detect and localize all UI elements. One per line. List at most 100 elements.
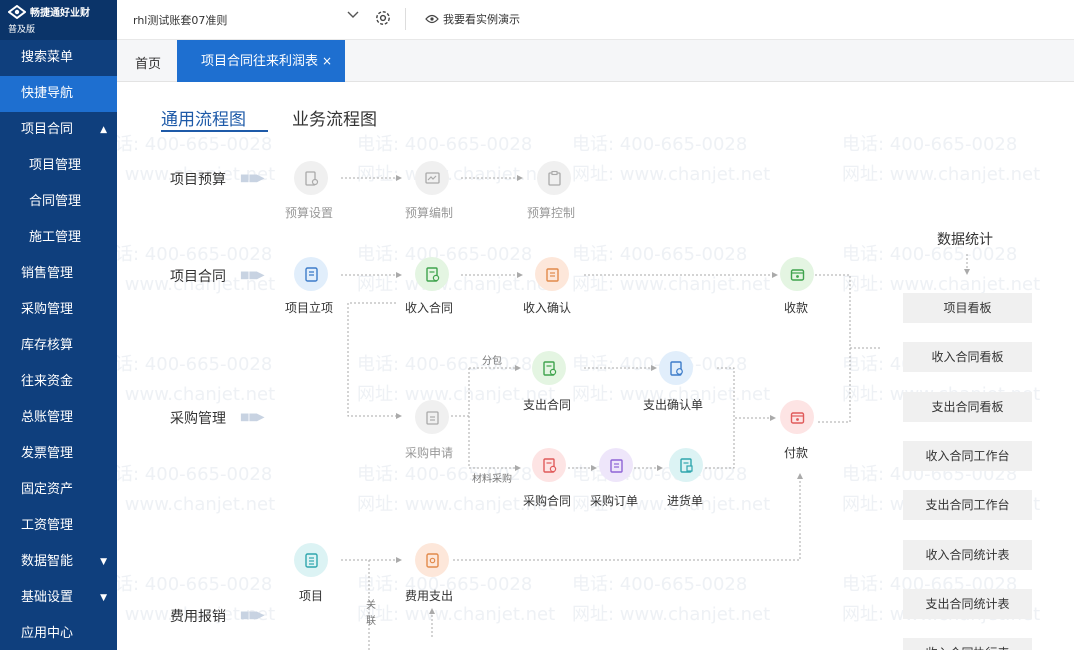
project-node[interactable] — [294, 543, 328, 577]
tab-business-flowchart[interactable]: 业务流程图 — [292, 105, 377, 130]
sidebar-item-project-contract[interactable]: 项目合同 ▲ — [0, 112, 117, 148]
payment-card-icon — [790, 411, 804, 424]
watermark-site: 网址: www.chanjet.net — [572, 274, 771, 295]
watermark-site: 网址: www.chanjet.net — [357, 164, 556, 185]
section-arrow-icon: ■■▶ — [240, 610, 265, 621]
watermark-site: 网址: www.chanjet.net — [117, 494, 276, 515]
income-contract-workbench-button[interactable]: 收入合同工作台 — [903, 441, 1032, 471]
watermark-phone: 电话: 400-665-0028 — [357, 134, 533, 155]
node-label: 采购合同 — [523, 494, 572, 508]
contract-document-icon — [425, 266, 439, 282]
tab-home[interactable]: 首页 — [135, 53, 161, 72]
purchase-contract-node[interactable] — [532, 448, 566, 482]
demo-link[interactable]: 我要看实例演示 — [425, 11, 520, 27]
budget-setup-node[interactable] — [294, 161, 328, 195]
sidebar-item-label: 总账管理 — [21, 410, 74, 425]
account-selector[interactable]: rhl测试账套07准则 — [133, 12, 227, 28]
expense-contract-workbench-button[interactable]: 支出合同工作台 — [903, 490, 1032, 520]
stats-title: 数据统计 — [937, 232, 993, 248]
section-label-contract: 项目合同 — [170, 269, 226, 285]
section-label-expense: 费用报销 — [170, 609, 226, 625]
gear-icon[interactable] — [374, 9, 392, 27]
node-label: 预算控制 — [527, 206, 576, 220]
budget-control-node[interactable] — [537, 161, 571, 195]
sidebar-item-contract-management[interactable]: 合同管理 — [0, 184, 117, 220]
sidebar-item-invoice[interactable]: 发票管理 — [0, 436, 117, 472]
receipt-icon — [545, 267, 559, 282]
expense-contract-node[interactable] — [532, 351, 566, 385]
sidebar-item-app-center[interactable]: 应用中心 — [0, 616, 117, 650]
income-confirm-node[interactable] — [535, 257, 569, 291]
node-label: 进货单 — [667, 494, 704, 508]
watermark-phone: 电话: 400-665-0028 — [572, 134, 748, 155]
project-dashboard-button[interactable]: 项目看板 — [903, 293, 1032, 323]
node-label: 收入合同 — [405, 301, 454, 315]
sidebar-item-label: 发票管理 — [21, 446, 74, 461]
sidebar-item-fixed-assets[interactable]: 固定资产 — [0, 472, 117, 508]
sidebar-item-inventory[interactable]: 库存核算 — [0, 328, 117, 364]
income-contract-stats-button[interactable]: 收入合同统计表 — [903, 540, 1032, 570]
sidebar-item-sales[interactable]: 销售管理 — [0, 256, 117, 292]
contract-document-icon — [542, 360, 556, 376]
wallet-icon — [790, 268, 804, 281]
document-check-icon — [669, 360, 683, 376]
watermark-phone: 电话: 400-665-0028 — [117, 244, 273, 265]
receiving-node[interactable] — [669, 448, 703, 482]
project-init-node[interactable] — [294, 257, 328, 291]
sidebar-item-construction-management[interactable]: 施工管理 — [0, 220, 117, 256]
sidebar-item-label: 销售管理 — [21, 266, 74, 281]
watermark-phone: 电话: 400-665-0028 — [572, 574, 748, 595]
edge-label-subcontract: 分包 — [482, 356, 502, 367]
active-tab-underline — [161, 130, 268, 132]
expense-confirm-node[interactable] — [659, 351, 693, 385]
receipt-node[interactable] — [780, 257, 814, 291]
order-list-icon — [609, 458, 623, 473]
node-label: 预算设置 — [285, 206, 334, 220]
sidebar-item-funds[interactable]: 往来资金 — [0, 364, 117, 400]
budget-edit-node[interactable] — [415, 161, 449, 195]
clipboard-icon — [425, 410, 439, 425]
node-label: 采购申请 — [405, 446, 454, 460]
watermark-site: 网址: www.chanjet.net — [357, 604, 556, 625]
watermark-phone: 电话: 400-665-0028 — [357, 354, 533, 375]
section-arrow-icon: ■■▶ — [240, 270, 265, 281]
sidebar-item-basic-settings[interactable]: 基础设置 ▼ — [0, 580, 117, 616]
expense-out-node[interactable] — [415, 543, 449, 577]
sidebar-item-ledger[interactable]: 总账管理 — [0, 400, 117, 436]
chevron-down-icon[interactable] — [346, 8, 360, 25]
sidebar-item-data-intelligence[interactable]: 数据智能 ▼ — [0, 544, 117, 580]
payment-node[interactable] — [780, 400, 814, 434]
purchase-request-node[interactable] — [415, 400, 449, 434]
sidebar-item-purchasing[interactable]: 采购管理 — [0, 292, 117, 328]
sidebar-item-label: 应用中心 — [21, 626, 74, 641]
sidebar-item-label: 基础设置 — [21, 590, 74, 605]
income-contract-execution-button[interactable]: 收入合同执行表 — [903, 638, 1032, 650]
income-contract-node[interactable] — [415, 257, 449, 291]
node-label: 项目立项 — [285, 301, 334, 315]
edge-label-relate: 联 — [366, 616, 376, 627]
divider — [405, 8, 406, 30]
expense-contract-dashboard-button[interactable]: 支出合同看板 — [903, 392, 1032, 422]
sidebar-item-search-menu[interactable]: 搜索菜单 — [0, 40, 117, 76]
watermark-phone: 电话: 400-665-0028 — [117, 574, 273, 595]
sidebar-item-label: 项目合同 — [21, 122, 74, 137]
close-icon[interactable]: × — [322, 54, 332, 68]
watermark-site: 网址: www.chanjet.net — [572, 604, 771, 625]
watermark-phone: 电话: 400-665-0028 — [117, 464, 273, 485]
purchase-order-node[interactable] — [599, 448, 633, 482]
node-label: 采购订单 — [590, 494, 639, 508]
watermark-phone: 电话: 400-665-0028 — [572, 244, 748, 265]
sidebar-item-label: 施工管理 — [29, 230, 82, 245]
watermark-site: 网址: www.chanjet.net — [117, 384, 276, 405]
brand-logo-icon — [8, 4, 26, 19]
node-label: 支出合同 — [523, 398, 572, 412]
sidebar-item-label: 搜索菜单 — [21, 50, 74, 65]
tab-general-flowchart[interactable]: 通用流程图 — [161, 105, 246, 130]
tab-project-contract-profit[interactable]: 项目合同往来利润表 × — [177, 40, 345, 82]
income-contract-dashboard-button[interactable]: 收入合同看板 — [903, 342, 1032, 372]
section-label-budget: 项目预算 — [170, 172, 226, 188]
sidebar-item-payroll[interactable]: 工资管理 — [0, 508, 117, 544]
expense-contract-stats-button[interactable]: 支出合同统计表 — [903, 589, 1032, 619]
sidebar-item-project-management[interactable]: 项目管理 — [0, 148, 117, 184]
sidebar-item-quick-nav[interactable]: 快捷导航 — [0, 76, 117, 112]
